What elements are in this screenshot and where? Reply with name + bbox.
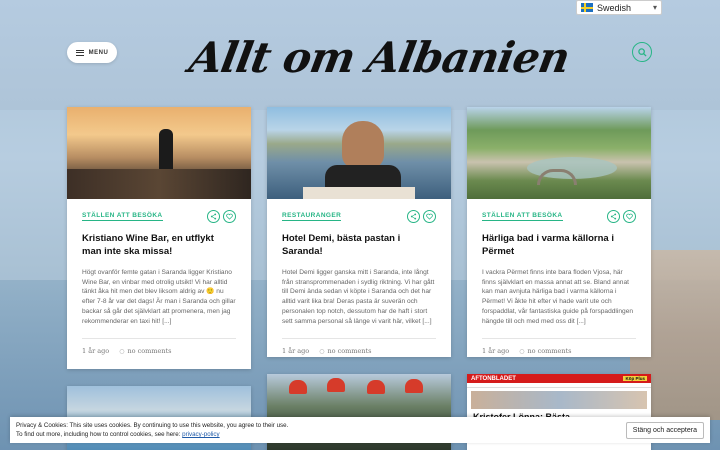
share-icon[interactable] bbox=[607, 209, 620, 223]
post-excerpt: Högt ovanför femte gatan i Saranda ligge… bbox=[82, 269, 236, 325]
search-button[interactable] bbox=[632, 42, 652, 62]
post-thumbnail[interactable] bbox=[467, 107, 651, 199]
post-card[interactable]: STÄLLEN ATT BESÖKA Kristiano Wine Bar, e… bbox=[67, 107, 251, 369]
newspaper-nav bbox=[467, 383, 651, 388]
post-date[interactable]: 1 år ago bbox=[82, 347, 109, 355]
post-comments[interactable]: no comments bbox=[519, 347, 571, 355]
site-logo[interactable]: Allt om Albanien bbox=[185, 30, 573, 86]
post-category[interactable]: STÄLLEN ATT BESÖKA bbox=[82, 212, 163, 221]
post-title[interactable]: Hotel Demi, bästa pastan i Saranda! bbox=[282, 233, 436, 258]
share-icon[interactable] bbox=[407, 209, 420, 223]
heart-icon[interactable] bbox=[423, 209, 436, 223]
search-icon bbox=[637, 47, 647, 57]
share-icon[interactable] bbox=[207, 209, 220, 223]
post-card[interactable]: RESTAURANGER Hotel Demi, bästa pastan i … bbox=[267, 107, 451, 357]
post-title[interactable]: Härliga bad i varma källorna i Përmet bbox=[482, 233, 636, 258]
language-label: Swedish bbox=[597, 2, 632, 13]
accept-cookies-button[interactable]: Stäng och acceptera bbox=[625, 421, 704, 439]
post-category[interactable]: RESTAURANGER bbox=[282, 212, 342, 221]
post-card[interactable]: STÄLLEN ATT BESÖKA Härliga bad i varma k… bbox=[467, 107, 651, 357]
post-title[interactable]: Kristiano Wine Bar, en utflykt man inte … bbox=[82, 233, 236, 258]
cookie-text-more: To find out more, including how to contr… bbox=[16, 431, 181, 438]
newspaper-image bbox=[471, 391, 647, 409]
post-excerpt: I vackra Përmet finns inte bara floden V… bbox=[482, 269, 634, 325]
privacy-policy-link[interactable]: privacy-policy bbox=[182, 431, 219, 438]
post-excerpt: Hotel Demi ligger ganska mitt i Saranda,… bbox=[282, 269, 435, 325]
menu-button[interactable]: MENU bbox=[67, 42, 117, 63]
post-thumbnail[interactable] bbox=[67, 107, 251, 199]
post-comments[interactable]: no comments bbox=[119, 347, 171, 355]
heart-icon[interactable] bbox=[223, 209, 236, 223]
post-comments[interactable]: no comments bbox=[319, 347, 371, 355]
menu-label: MENU bbox=[88, 49, 109, 56]
cookie-text: Privacy & Cookies: This site uses cookie… bbox=[16, 422, 289, 429]
newspaper-header: AFTONBLADET Köp Plus bbox=[467, 374, 651, 383]
post-category[interactable]: STÄLLEN ATT BESÖKA bbox=[482, 212, 563, 221]
post-thumbnail[interactable] bbox=[267, 107, 451, 199]
newspaper-masthead: AFTONBLADET bbox=[471, 375, 516, 382]
swedish-flag-icon bbox=[581, 3, 593, 12]
heart-icon[interactable] bbox=[623, 209, 636, 223]
cookie-banner: Privacy & Cookies: This site uses cookie… bbox=[10, 417, 710, 443]
hamburger-icon bbox=[75, 49, 84, 56]
plus-badge: Köp Plus bbox=[623, 376, 647, 381]
language-selector[interactable]: Swedish ▾ bbox=[576, 0, 662, 15]
post-date[interactable]: 1 år ago bbox=[482, 347, 509, 355]
chevron-down-icon: ▾ bbox=[652, 3, 657, 12]
post-date[interactable]: 1 år ago bbox=[282, 347, 309, 355]
